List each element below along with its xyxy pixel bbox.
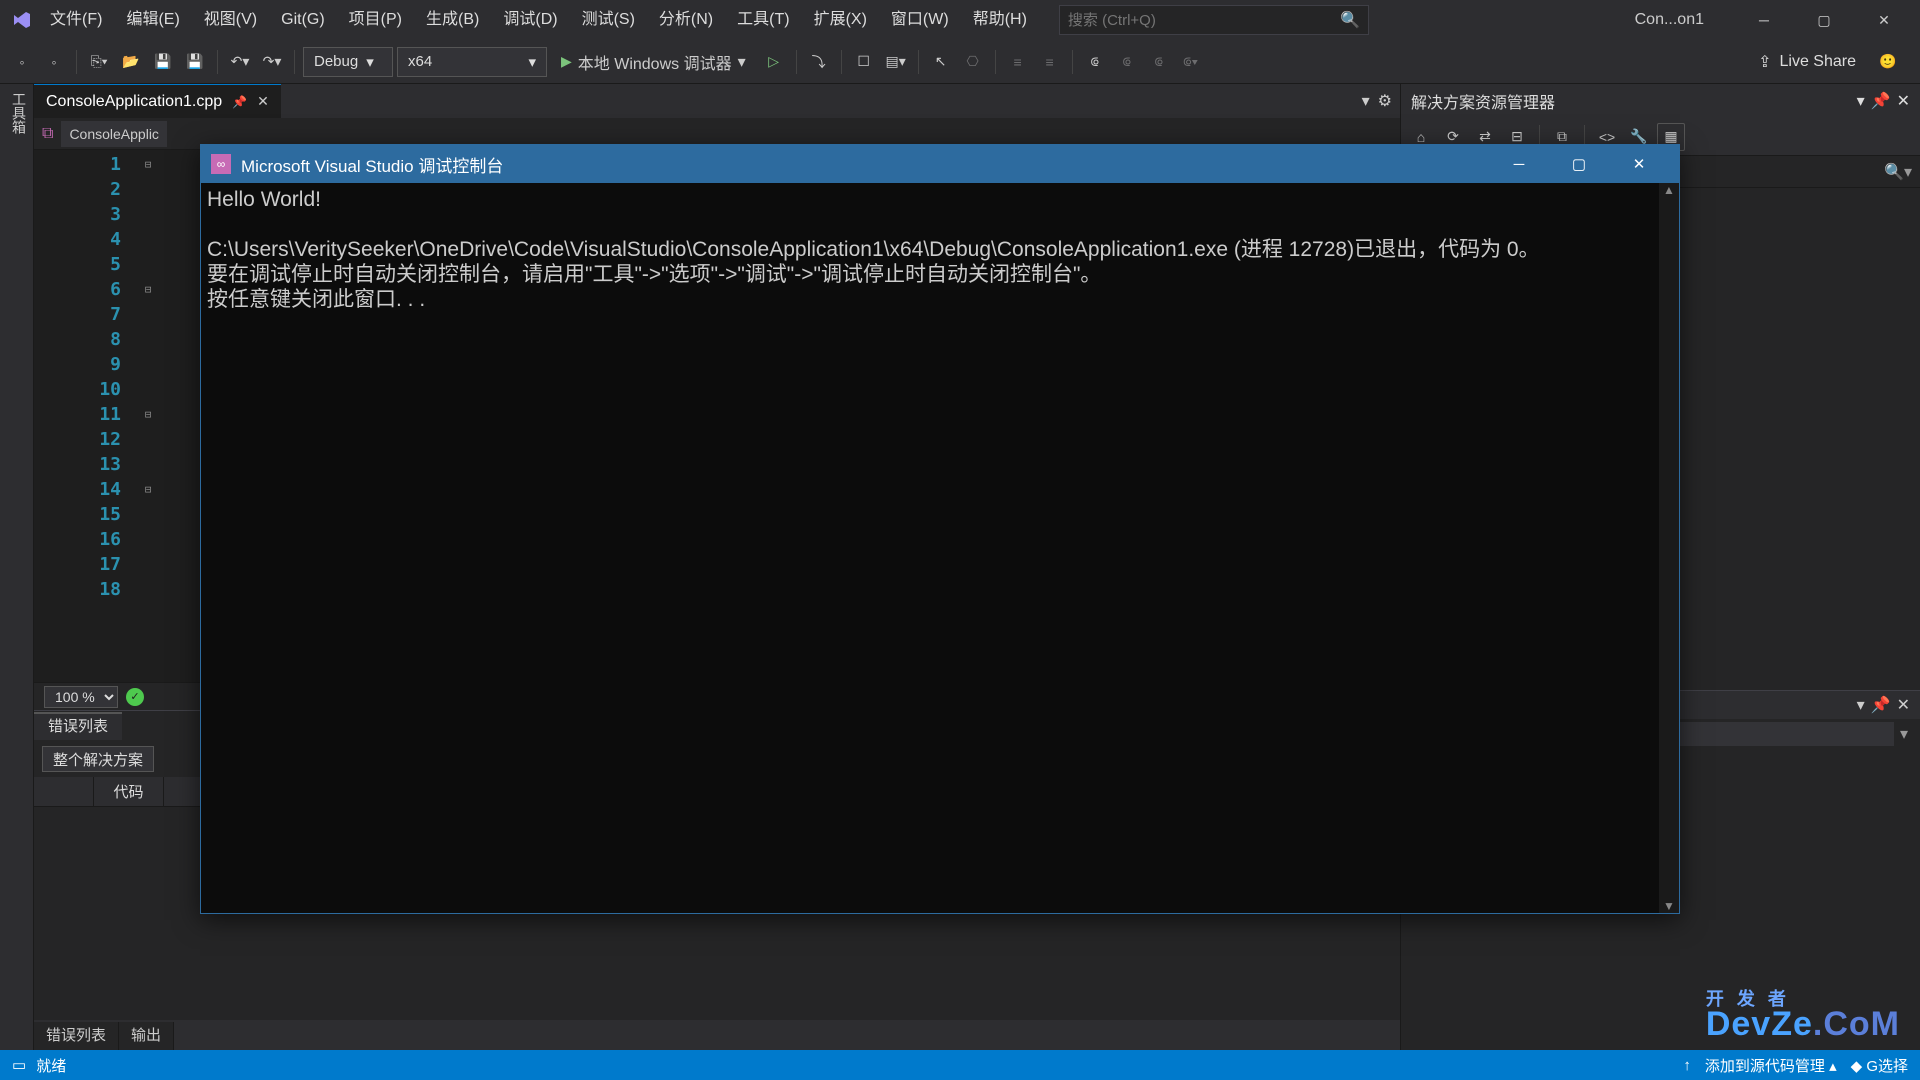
error-scope-combo[interactable]: 整个解决方案 (42, 746, 154, 772)
solution-name: Con...on1 (1605, 11, 1734, 29)
menu-debug[interactable]: 调试(D) (491, 0, 569, 40)
console-titlebar[interactable]: ∞ Microsoft Visual Studio 调试控制台 ─ ▢ ✕ (201, 145, 1679, 183)
start-debug-button[interactable]: ▶ 本地 Windows 调试器 ▾ (551, 47, 756, 77)
window-minimize[interactable]: ─ (1734, 0, 1794, 40)
console-minimize[interactable]: ─ (1489, 145, 1549, 183)
vs-logo-icon (6, 4, 38, 36)
props-pin-icon[interactable]: 📌 (1871, 695, 1891, 715)
tb-icon-h[interactable]: ⟃▾ (1177, 48, 1205, 76)
solution-config-combo[interactable]: Debug▾ (303, 47, 393, 77)
props-close-icon[interactable]: ✕ (1897, 695, 1910, 715)
search-input[interactable] (1068, 12, 1340, 29)
close-tab-icon[interactable]: ✕ (257, 93, 269, 110)
no-issues-icon[interactable]: ✓ (126, 688, 144, 706)
nav-forward-icon[interactable]: ◦ (40, 48, 68, 76)
scroll-up-icon[interactable]: ▲ (1663, 183, 1675, 197)
bookmark-icon[interactable]: ⟃ (1081, 48, 1109, 76)
search-icon[interactable]: 🔍 (1340, 10, 1360, 30)
tb-icon-d[interactable]: ≡ (1004, 48, 1032, 76)
menu-file[interactable]: 文件(F) (38, 0, 114, 40)
solution-explorer-title: 解决方案资源管理器 (1411, 89, 1555, 113)
panel-close-icon[interactable]: ✕ (1897, 91, 1910, 111)
tb-icon-g[interactable]: ⟃ (1145, 48, 1173, 76)
console-output: Hello World! C:\Users\VeritySeeker\OneDr… (201, 183, 1679, 316)
undo-icon[interactable]: ↶▾ (226, 48, 254, 76)
line-gutter: 123 456 789 101112 131415 161718 (34, 150, 139, 682)
new-item-icon[interactable]: ⎘▾ (85, 48, 113, 76)
tb-icon-c[interactable]: ⎔ (959, 48, 987, 76)
panel-pin-icon[interactable]: 📌 (1871, 91, 1891, 111)
start-wo-debug-icon[interactable]: ▷ (760, 48, 788, 76)
console-close[interactable]: ✕ (1609, 145, 1669, 183)
file-type-icon: ⧉ (42, 125, 53, 143)
share-icon: ⇪ (1758, 52, 1771, 72)
redo-icon[interactable]: ↷▾ (258, 48, 286, 76)
menu-edit[interactable]: 编辑(E) (114, 0, 191, 40)
tab-error-list[interactable]: 错误列表 (34, 1022, 119, 1050)
status-ready: 就绪 (36, 1055, 66, 1076)
save-icon[interactable]: 💾 (149, 48, 177, 76)
pin-icon[interactable]: 📌 (232, 95, 247, 109)
menu-analyze[interactable]: 分析(N) (647, 0, 725, 40)
props-menu-icon[interactable]: ▾ (1857, 695, 1865, 715)
git-repo-button[interactable]: ◆ G选择 (1851, 1055, 1908, 1076)
title-bar: 文件(F) 编辑(E) 视图(V) Git(G) 项目(P) 生成(B) 调试(… (0, 0, 1920, 40)
live-share-button[interactable]: ⇪ Live Share (1748, 52, 1866, 72)
window-close[interactable]: ✕ (1854, 0, 1914, 40)
status-up-icon[interactable]: ↑ (1683, 1057, 1691, 1074)
fold-column[interactable]: ⊟ ⊟ ⊟⊟ (139, 150, 157, 682)
console-scrollbar[interactable]: ▲ ▼ (1659, 183, 1679, 913)
menu-git[interactable]: Git(G) (269, 0, 337, 40)
tab-consoleapp-cpp[interactable]: ConsoleApplication1.cpp 📌 ✕ (34, 84, 281, 118)
tb-icon-f[interactable]: ⟃ (1113, 48, 1141, 76)
feedback-icon[interactable]: 🙂 (1874, 48, 1902, 76)
quick-search[interactable]: 🔍 (1059, 5, 1369, 35)
scroll-down-icon[interactable]: ▼ (1663, 899, 1675, 913)
status-bar: ▭ 就绪 ↑ 添加到源代码管理 ▴ ◆ G选择 (0, 1050, 1920, 1080)
step-icon[interactable]: ⤵ (805, 48, 833, 76)
start-debug-label: 本地 Windows 调试器 (578, 50, 732, 74)
main-toolbar: ◦ ◦ ⎘▾ 📂 💾 💾 ↶▾ ↷▾ Debug▾ x64▾ ▶ 本地 Wind… (0, 40, 1920, 84)
document-tabs: ConsoleApplication1.cpp 📌 ✕ ▾ ⚙ (34, 84, 1400, 118)
error-list-title[interactable]: 错误列表 (34, 712, 122, 740)
tab-gear-icon[interactable]: ⚙ (1378, 91, 1392, 111)
tb-icon-e[interactable]: ≡ (1036, 48, 1064, 76)
open-file-icon[interactable]: 📂 (117, 48, 145, 76)
watermark: 开 发 者 DevZe.CoM (1706, 985, 1900, 1044)
save-all-icon[interactable]: 💾 (181, 48, 209, 76)
debug-console-window[interactable]: ∞ Microsoft Visual Studio 调试控制台 ─ ▢ ✕ He… (200, 144, 1680, 914)
menu-build[interactable]: 生成(B) (414, 0, 491, 40)
tab-overflow-icon[interactable]: ▾ (1362, 91, 1370, 111)
menu-window[interactable]: 窗口(W) (879, 0, 961, 40)
nav-backward-icon[interactable]: ◦ (8, 48, 36, 76)
zoom-combo[interactable]: 100 % (44, 686, 118, 708)
menu-help[interactable]: 帮助(H) (961, 0, 1039, 40)
menu-view[interactable]: 视图(V) (192, 0, 269, 40)
source-control-button[interactable]: 添加到源代码管理 ▴ (1705, 1055, 1837, 1076)
solution-platform-combo[interactable]: x64▾ (397, 47, 547, 77)
tab-output[interactable]: 输出 (119, 1022, 174, 1050)
menu-bar: 文件(F) 编辑(E) 视图(V) Git(G) 项目(P) 生成(B) 调试(… (38, 0, 1039, 40)
tab-label: ConsoleApplication1.cpp (46, 93, 222, 111)
tb-icon-a[interactable]: ☐ (850, 48, 878, 76)
cursor-icon[interactable]: ↖ (927, 48, 955, 76)
col-code[interactable]: 代码 (94, 777, 164, 806)
console-body[interactable]: Hello World! C:\Users\VeritySeeker\OneDr… (201, 183, 1679, 913)
console-app-icon: ∞ (211, 154, 231, 174)
menu-tools[interactable]: 工具(T) (725, 0, 801, 40)
console-maximize[interactable]: ▢ (1549, 145, 1609, 183)
status-icon: ▭ (12, 1056, 26, 1074)
search-icon[interactable]: 🔍▾ (1884, 162, 1912, 182)
tb-icon-b[interactable]: ▤▾ (882, 48, 910, 76)
window-maximize[interactable]: ▢ (1794, 0, 1854, 40)
toolbox-rail[interactable]: 工具箱 (0, 84, 34, 1050)
menu-test[interactable]: 测试(S) (570, 0, 647, 40)
panel-menu-icon[interactable]: ▾ (1857, 91, 1865, 111)
play-icon: ▶ (561, 53, 572, 70)
scope-combo[interactable]: ConsoleApplic (61, 121, 167, 147)
menu-project[interactable]: 项目(P) (337, 0, 414, 40)
menu-extensions[interactable]: 扩展(X) (802, 0, 879, 40)
live-share-label: Live Share (1780, 53, 1857, 71)
console-title: Microsoft Visual Studio 调试控制台 (241, 152, 503, 177)
